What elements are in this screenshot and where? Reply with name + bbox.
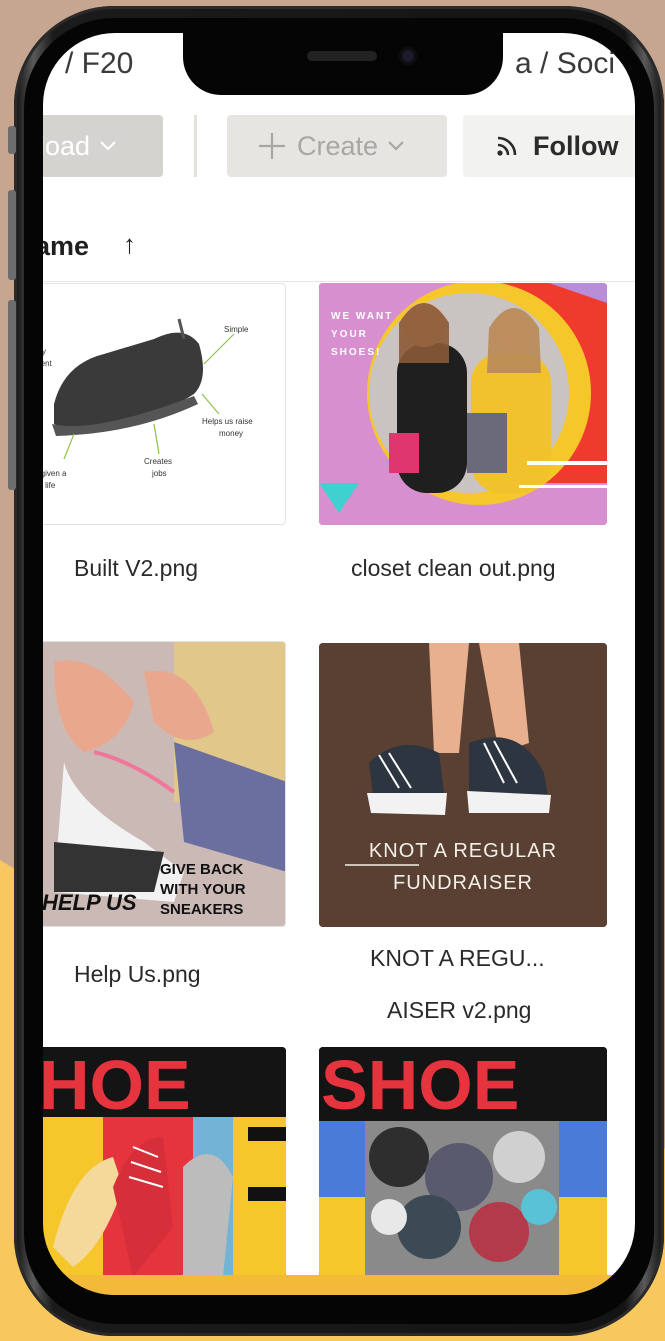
diagram-label: e given a xyxy=(43,469,67,478)
phone-notch xyxy=(183,33,503,95)
thumb-text: YOUR xyxy=(331,329,368,340)
thumb-text: SHOE xyxy=(321,1047,519,1124)
follow-button[interactable]: Follow xyxy=(463,115,635,177)
chevron-down-icon xyxy=(100,141,116,151)
speaker-grille xyxy=(307,51,377,61)
thumb-text: KNOT A REGULAR xyxy=(369,840,557,862)
rss-icon xyxy=(495,134,519,158)
thumb-text: WE WANT xyxy=(331,311,393,322)
diagram-label: Creates xyxy=(144,457,172,466)
file-grid: Simple sity ment Helps us raise money Cr… xyxy=(43,283,635,1295)
follow-label: Follow xyxy=(533,130,619,161)
chevron-down-icon xyxy=(388,141,404,151)
phone-volume-down xyxy=(8,300,16,490)
thumb-text: GIVE BACK xyxy=(160,861,244,878)
thumb-text: SHOES! xyxy=(331,347,381,358)
diagram-label: sity xyxy=(43,347,46,356)
file-thumbnail-help-us[interactable]: GIVE BACK WITH YOUR SNEAKERS HELP US xyxy=(43,641,286,927)
upload-label: load xyxy=(43,130,91,161)
phone-screen: / F20 a / Soci load Create Follow me ↑ S… xyxy=(43,33,635,1295)
sort-header: ame ↑ xyxy=(43,193,635,282)
breadcrumb-right[interactable]: a / Soci xyxy=(515,47,615,81)
breadcrumb-left[interactable]: / F20 xyxy=(65,47,133,81)
file-name-closet-clean-out[interactable]: closet clean out.png xyxy=(351,555,556,582)
bottom-accent-strip xyxy=(43,1275,635,1295)
diagram-label: Helps us raise xyxy=(202,417,253,426)
file-name-knot-line2[interactable]: AISER v2.png xyxy=(387,997,531,1024)
file-name-built-v2[interactable]: Built V2.png xyxy=(74,555,198,582)
file-name-help-us[interactable]: Help Us.png xyxy=(74,961,201,988)
phone-silent-switch xyxy=(8,126,16,154)
diagram-label: nd life xyxy=(43,481,56,490)
thumb-text: HOE xyxy=(43,1047,191,1124)
diagram-label: money xyxy=(219,429,243,438)
sort-ascending-icon[interactable]: ↑ xyxy=(123,229,136,260)
thumb-text: FUNDRAISER xyxy=(393,872,533,894)
thumb-text: WITH YOUR xyxy=(160,881,246,898)
diagram-label: jobs xyxy=(151,469,167,478)
plus-icon xyxy=(257,131,287,161)
sort-by-name-label[interactable]: ame xyxy=(43,231,89,262)
file-thumbnail-shoe-drive-2[interactable]: SHOE xyxy=(319,1047,607,1277)
front-camera xyxy=(399,47,417,65)
create-label: Create xyxy=(297,130,379,161)
diagram-label: Simple xyxy=(224,325,249,334)
file-thumbnail-closet-clean-out[interactable]: WE WANT YOUR SHOES! xyxy=(319,283,607,525)
diagram-label: ment xyxy=(43,359,53,368)
file-thumbnail-built-v2[interactable]: Simple sity ment Helps us raise money Cr… xyxy=(43,283,286,525)
toolbar: load Create Follow xyxy=(43,113,635,185)
file-name-knot-line1[interactable]: KNOT A REGU... xyxy=(370,945,545,972)
toolbar-divider xyxy=(194,115,197,177)
file-thumbnail-shoe-drive-1[interactable]: HOE xyxy=(43,1047,286,1277)
file-thumbnail-knot-a-regular-fundraiser[interactable]: KNOT A REGULAR FUNDRAISER xyxy=(319,643,607,927)
thumb-text: SNEAKERS xyxy=(160,901,243,918)
thumb-text: HELP US xyxy=(43,890,137,915)
create-button[interactable]: Create xyxy=(227,115,447,177)
phone-volume-up xyxy=(8,190,16,280)
upload-button[interactable]: load xyxy=(43,115,163,177)
